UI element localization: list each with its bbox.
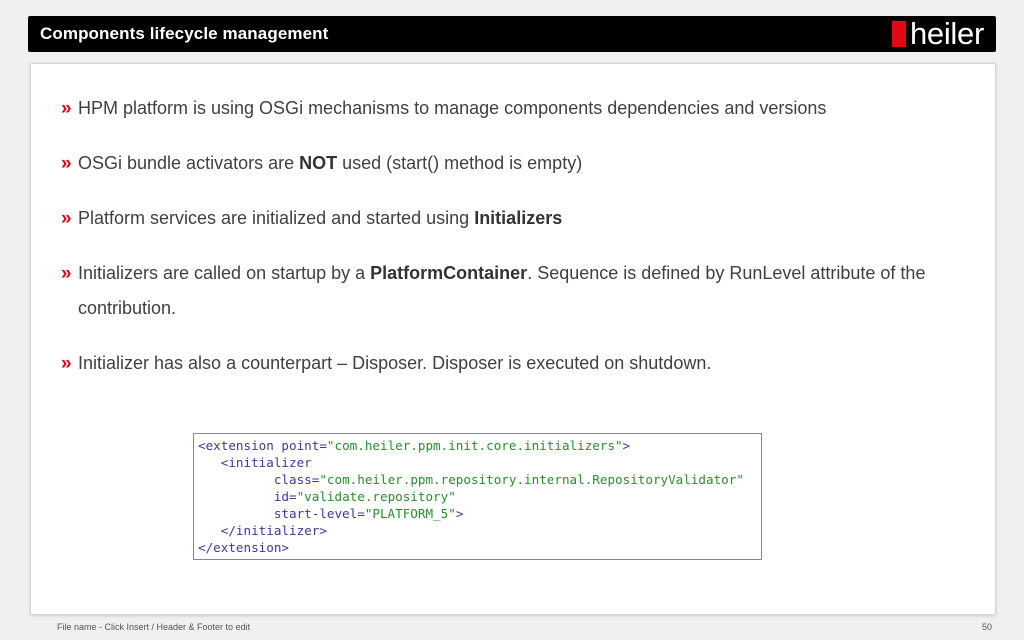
bullet-text-bold: Initializers — [474, 208, 563, 228]
bullet-mark: » — [61, 353, 72, 374]
page-number: 50 — [981, 622, 992, 632]
bullet-text: OSGi bundle activators are NOT used (sta… — [61, 146, 971, 181]
code-line: </extension> — [198, 539, 757, 556]
logo-red-bar — [891, 21, 906, 47]
code-attr: start-level= — [198, 506, 365, 521]
code-value: "com.heiler.ppm.repository.internal.Repo… — [319, 472, 744, 487]
bullet-text-part: used (start() method is empty) — [337, 153, 583, 173]
bullet-item: » Initializer has also a counterpart – D… — [61, 346, 971, 381]
logo-text: heiler — [909, 16, 984, 51]
code-tag: </initializer> — [198, 523, 327, 538]
code-snippet: <extension point="com.heiler.ppm.init.co… — [193, 433, 762, 560]
code-attr: class= — [198, 472, 320, 487]
bullet-mark: » — [61, 153, 72, 174]
footer-text: File name - Click Insert / Header & Foot… — [57, 622, 251, 632]
code-line: class="com.heiler.ppm.repository.interna… — [198, 471, 757, 488]
bullet-text-bold: PlatformContainer — [370, 263, 528, 283]
bullet-text: Initializers are called on startup by a … — [61, 256, 971, 326]
code-attr: id= — [198, 489, 297, 504]
bullet-text-bold: NOT — [299, 153, 338, 173]
code-value: "validate.repository" — [296, 489, 456, 504]
code-line: start-level="PLATFORM_5"> — [198, 505, 757, 522]
title-bar: Components lifecycle management heiler — [28, 16, 996, 52]
code-tag: <initializer — [198, 455, 312, 470]
heiler-logo: heiler — [891, 16, 984, 51]
bullet-mark: » — [61, 263, 72, 284]
bullet-text-part: HPM platform is using OSGi mechanisms to… — [78, 98, 827, 118]
slide-title: Components lifecycle management — [40, 24, 329, 43]
bullet-text-part: Initializers are called on startup by a — [78, 263, 371, 283]
code-tag: > — [455, 506, 464, 521]
bullet-text-part: OSGi bundle activators are — [78, 153, 300, 173]
bullet-item: » Platform services are initialized and … — [61, 201, 971, 236]
code-tag: <extension point= — [198, 438, 327, 453]
bullet-item: » OSGi bundle activators are NOT used (s… — [61, 146, 971, 181]
code-tag: > — [622, 438, 631, 453]
bullet-mark: » — [61, 208, 72, 229]
bullet-text-part: Platform services are initialized and st… — [78, 208, 475, 228]
code-line: <initializer — [198, 454, 757, 471]
bullet-item: » HPM platform is using OSGi mechanisms … — [61, 91, 971, 126]
code-line: </initializer> — [198, 522, 757, 539]
bullet-text-part: Initializer has also a counterpart – Dis… — [78, 353, 712, 373]
bullet-text: Platform services are initialized and st… — [61, 201, 971, 236]
bullet-text: Initializer has also a counterpart – Dis… — [61, 346, 971, 381]
bullet-text: HPM platform is using OSGi mechanisms to… — [61, 91, 971, 126]
code-value: "PLATFORM_5" — [364, 506, 456, 521]
bullet-item: » Initializers are called on startup by … — [61, 256, 971, 326]
code-line: <extension point="com.heiler.ppm.init.co… — [198, 437, 757, 454]
code-tag: </extension> — [198, 540, 289, 555]
bullet-mark: » — [61, 98, 72, 119]
slide-content: » HPM platform is using OSGi mechanisms … — [30, 63, 996, 615]
code-value: "com.heiler.ppm.init.core.initializers" — [326, 438, 623, 453]
code-line: id="validate.repository" — [198, 488, 757, 505]
